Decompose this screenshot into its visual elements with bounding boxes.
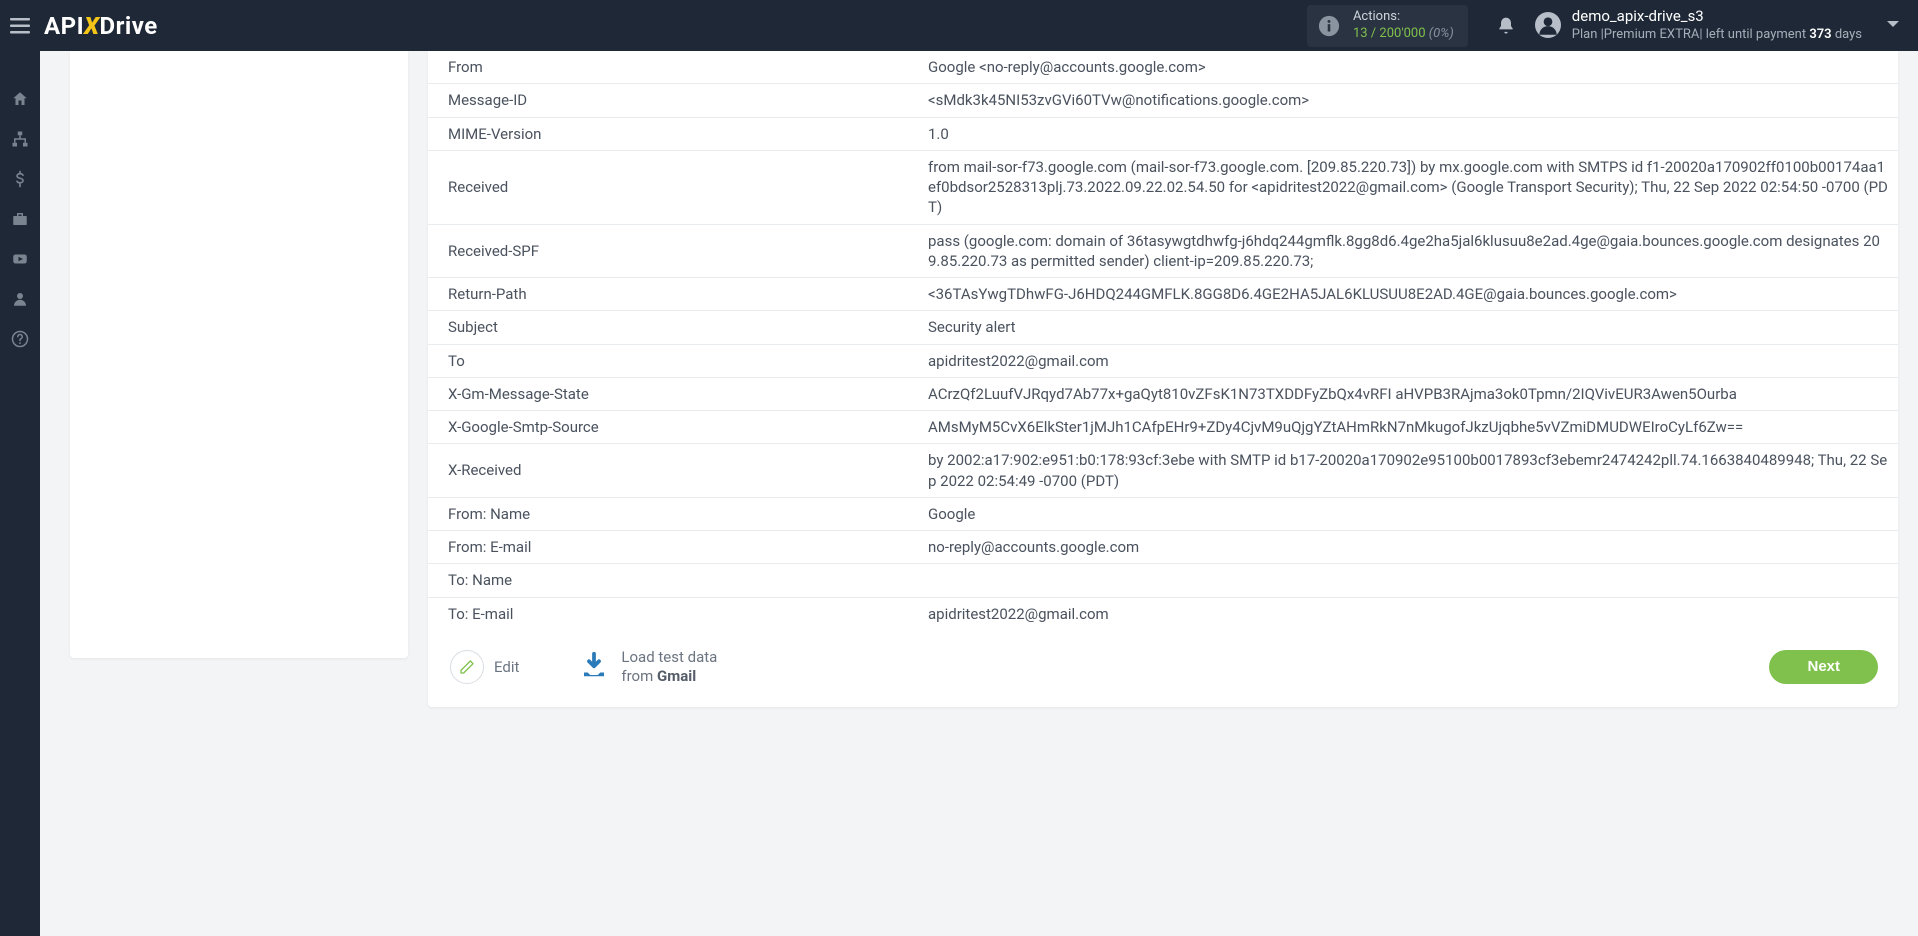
- header-key: From: Name: [428, 497, 908, 530]
- sidebar-item-tools[interactable]: [0, 199, 40, 239]
- header-key: To: Name: [428, 564, 908, 597]
- logo[interactable]: APIXDrive: [44, 12, 158, 40]
- pencil-icon-circle: [450, 650, 484, 684]
- table-row: Toapidritest2022@gmail.com: [428, 344, 1898, 377]
- header-value: no-reply@accounts.google.com: [908, 531, 1898, 564]
- chevron-down-icon: [1886, 19, 1900, 29]
- load-test-data-button[interactable]: Load test data from Gmail: [579, 648, 717, 686]
- header-value: [908, 564, 1898, 597]
- table-row: MIME-Version1.0: [428, 117, 1898, 150]
- table-row: X-Receivedby 2002:a17:902:e951:b0:178:93…: [428, 444, 1898, 498]
- avatar-icon: [1534, 11, 1562, 39]
- load-text: Load test data from Gmail: [621, 648, 717, 686]
- footer-actions: Edit Load test data from Gmail Next: [428, 630, 1898, 686]
- notifications-button[interactable]: [1488, 15, 1524, 37]
- header-key: Message-ID: [428, 84, 908, 117]
- info-icon: [1317, 14, 1341, 38]
- header-value: pass (google.com: domain of 36tasywgtdhw…: [908, 224, 1898, 278]
- edit-button[interactable]: Edit: [450, 650, 519, 684]
- header-value: 1.0: [908, 117, 1898, 150]
- header-key: X-Google-Smtp-Source: [428, 411, 908, 444]
- user-name: demo_apix-drive_s3: [1572, 7, 1862, 27]
- edit-label: Edit: [494, 658, 519, 676]
- user-plan: Plan |Premium EXTRA| left until payment …: [1572, 27, 1862, 44]
- header-key: X-Gm-Message-State: [428, 377, 908, 410]
- home-icon: [11, 90, 29, 108]
- table-row: From: NameGoogle: [428, 497, 1898, 530]
- actions-percent: (0%): [1429, 26, 1454, 41]
- pencil-icon: [459, 659, 475, 675]
- actions-text: Actions: 13 / 200'000 (0%): [1353, 9, 1454, 43]
- header-key: To: [428, 344, 908, 377]
- next-button[interactable]: Next: [1769, 650, 1878, 684]
- table-row: To: Name: [428, 564, 1898, 597]
- user-icon: [11, 290, 29, 308]
- header-value: Security alert: [908, 311, 1898, 344]
- user-menu-chevron[interactable]: [1886, 17, 1900, 33]
- dollar-icon: [11, 170, 29, 188]
- table-row: Message-ID<sMdk3k45NI53zvGVi60TVw@notifi…: [428, 84, 1898, 117]
- sidebar-item-home[interactable]: [0, 79, 40, 119]
- main-panel: FromGoogle <no-reply@accounts.google.com…: [428, 51, 1898, 707]
- header-key: To: E-mail: [428, 597, 908, 630]
- hamburger-icon: [10, 18, 30, 34]
- header-value: Google <no-reply@accounts.google.com>: [908, 51, 1898, 84]
- sidebar-item-account[interactable]: [0, 279, 40, 319]
- table-row: To: E-mailapidritest2022@gmail.com: [428, 597, 1898, 630]
- sitemap-icon: [11, 130, 29, 148]
- headers-table: FromGoogle <no-reply@accounts.google.com…: [428, 51, 1898, 630]
- sidebar: [0, 51, 40, 936]
- table-row: From: E-mailno-reply@accounts.google.com: [428, 531, 1898, 564]
- user-menu[interactable]: demo_apix-drive_s3 Plan |Premium EXTRA| …: [1534, 7, 1900, 43]
- table-row: SubjectSecurity alert: [428, 311, 1898, 344]
- header-value: <36TAsYwgTDhwFG-J6HDQ244GMFLK.8GG8D6.4GE…: [908, 278, 1898, 311]
- table-row: Received-SPFpass (google.com: domain of …: [428, 224, 1898, 278]
- header-key: From: E-mail: [428, 531, 908, 564]
- menu-toggle[interactable]: [0, 0, 40, 51]
- top-header: APIXDrive Actions: 13 / 200'000 (0%) dem…: [0, 0, 1918, 51]
- actions-label: Actions:: [1353, 9, 1454, 26]
- table-row: Return-Path<36TAsYwgTDhwFG-J6HDQ244GMFLK…: [428, 278, 1898, 311]
- table-row: X-Gm-Message-StateACrzQf2LuufVJRqyd7Ab77…: [428, 377, 1898, 410]
- download-icon: [579, 650, 609, 684]
- table-row: X-Google-Smtp-SourceAMsMyM5CvX6ElkSter1j…: [428, 411, 1898, 444]
- main-content: FromGoogle <no-reply@accounts.google.com…: [40, 51, 1918, 936]
- header-key: Received-SPF: [428, 224, 908, 278]
- bell-icon: [1496, 15, 1516, 37]
- actions-used: 13: [1353, 26, 1368, 41]
- header-value: apidritest2022@gmail.com: [908, 597, 1898, 630]
- table-row: FromGoogle <no-reply@accounts.google.com…: [428, 51, 1898, 84]
- sidebar-item-billing[interactable]: [0, 159, 40, 199]
- header-value: Google: [908, 497, 1898, 530]
- header-key: Received: [428, 150, 908, 224]
- header-key: Return-Path: [428, 278, 908, 311]
- header-value: ACrzQf2LuufVJRqyd7Ab77x+gaQyt810vZFsK1N7…: [908, 377, 1898, 410]
- question-icon: [11, 330, 29, 348]
- briefcase-icon: [11, 210, 29, 228]
- actions-counter[interactable]: Actions: 13 / 200'000 (0%): [1307, 5, 1468, 47]
- sidebar-item-connections[interactable]: [0, 119, 40, 159]
- user-info: demo_apix-drive_s3 Plan |Premium EXTRA| …: [1572, 7, 1862, 43]
- sidebar-item-video[interactable]: [0, 239, 40, 279]
- header-value: by 2002:a17:902:e951:b0:178:93cf:3ebe wi…: [908, 444, 1898, 498]
- header-key: From: [428, 51, 908, 84]
- header-key: Subject: [428, 311, 908, 344]
- sidebar-item-help[interactable]: [0, 319, 40, 359]
- header-key: X-Received: [428, 444, 908, 498]
- youtube-icon: [11, 250, 29, 268]
- table-row: Receivedfrom mail-sor-f73.google.com (ma…: [428, 150, 1898, 224]
- logo-text: APIXDrive: [44, 12, 158, 40]
- header-value: AMsMyM5CvX6ElkSter1jMJh1CAfpEHr9+ZDy4Cjv…: [908, 411, 1898, 444]
- left-panel: [70, 51, 408, 658]
- actions-total: 200'000: [1379, 26, 1425, 41]
- header-value: <sMdk3k45NI53zvGVi60TVw@notifications.go…: [908, 84, 1898, 117]
- header-key: MIME-Version: [428, 117, 908, 150]
- header-value: apidritest2022@gmail.com: [908, 344, 1898, 377]
- header-value: from mail-sor-f73.google.com (mail-sor-f…: [908, 150, 1898, 224]
